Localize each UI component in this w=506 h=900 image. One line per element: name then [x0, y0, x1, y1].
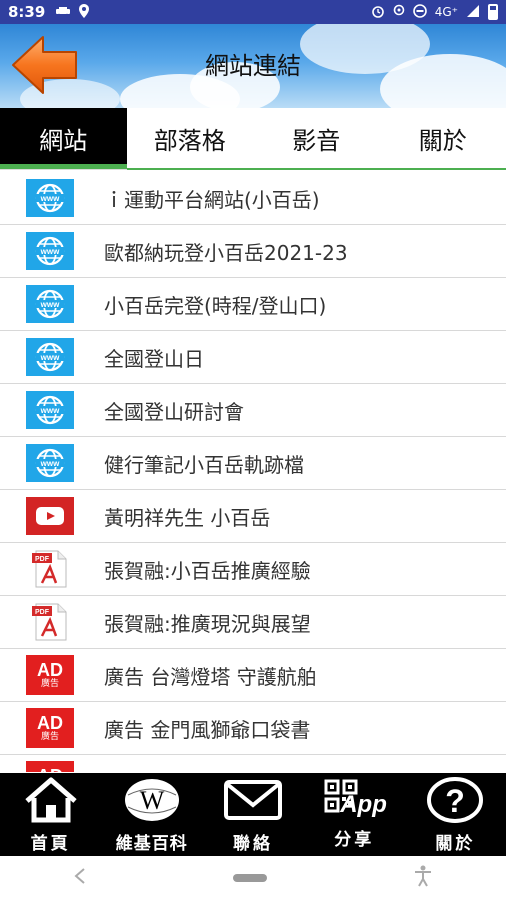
svg-text:www: www [40, 194, 60, 203]
help-icon: ? [425, 777, 485, 827]
nav-contact-label: 聯絡 [233, 834, 273, 854]
link-item[interactable]: www 全國登山研討會 [0, 384, 506, 437]
nav-about-button[interactable]: ? 關於 [405, 773, 506, 856]
nav-home-label: 首頁 [30, 834, 71, 854]
svg-text:www: www [40, 406, 60, 415]
link-label: 廣告 金門風獅爺口袋書 [104, 717, 311, 742]
svg-text:PDF: PDF [35, 609, 50, 616]
mail-icon [223, 777, 283, 827]
tab-websites[interactable]: 網站 [0, 108, 127, 169]
link-item[interactable]: PDF 張賀融:推廣現況與展望 [0, 596, 506, 649]
www-icon: www [26, 231, 74, 271]
link-item[interactable]: www 小百岳完登(時程/登山口) [0, 278, 506, 331]
link-item[interactable]: AD廣告廣告 旅遊親子互動圖卡 [0, 755, 506, 772]
link-label: 張賀融:推廣現況與展望 [104, 611, 311, 636]
app-text: App [340, 791, 387, 818]
svg-text:www: www [40, 459, 60, 468]
youtube-icon [26, 496, 74, 536]
pdf-icon: PDF [26, 602, 74, 642]
link-label: ｉ運動平台網站(小百岳) [104, 187, 320, 212]
link-item[interactable]: AD 廣告 廣告 台灣燈塔 守護航舶 [0, 649, 506, 702]
nav-home-button[interactable]: 首頁 [0, 773, 101, 856]
battery-icon [488, 4, 498, 20]
link-label: 全國登山研討會 [104, 399, 244, 424]
home-icon [23, 777, 79, 827]
system-back-icon[interactable] [73, 867, 87, 889]
nav-share-label: 分享 [334, 830, 375, 850]
www-icon: www [26, 178, 74, 218]
link-label: 歐都納玩登小百岳2021-23 [104, 240, 348, 265]
link-label: 廣告 台灣燈塔 守護航舶 [104, 664, 317, 689]
ad-icon: AD廣告 [26, 761, 74, 772]
alarm-icon [371, 4, 385, 21]
link-label: 健行筆記小百岳軌跡檔 [104, 452, 304, 477]
page-title: 網站連結 [205, 52, 301, 80]
www-icon: www [26, 337, 74, 377]
car-icon [55, 5, 71, 19]
svg-text:?: ? [446, 783, 466, 819]
header-bar: 網站連結 [0, 24, 506, 108]
svg-text:www: www [40, 353, 60, 362]
signal-icon [466, 4, 480, 21]
svg-text:www: www [40, 300, 60, 309]
www-icon: www [26, 390, 74, 430]
link-item[interactable]: www ｉ運動平台網站(小百岳) [0, 172, 506, 225]
location-pin-icon [79, 3, 90, 21]
pdf-icon: PDF [26, 549, 74, 589]
tab-about[interactable]: 關於 [380, 108, 506, 169]
bottom-nav: 首頁 W 維基百科 聯絡 App 分享 ? 關於 [0, 773, 506, 856]
nav-wikipedia-button[interactable]: W 維基百科 [101, 773, 202, 856]
accessibility-icon[interactable] [413, 865, 433, 891]
wikipedia-icon: W [122, 777, 182, 827]
status-time: 8:39 [8, 3, 46, 21]
link-label: 小百岳完登(時程/登山口) [104, 293, 327, 318]
ad-icon: AD廣告 [26, 708, 74, 748]
qr-app-icon: App [322, 777, 387, 823]
www-icon: www [26, 443, 74, 483]
status-bar: 8:39 4G⁺ [0, 0, 506, 24]
ad-icon: AD廣告 [26, 655, 74, 695]
nav-share-button[interactable]: App 分享 [304, 773, 405, 856]
link-label: 黃明祥先生 小百岳 [104, 505, 271, 530]
tab-underline [127, 168, 506, 170]
tab-bar: 網站 部落格 影音 關於 [0, 108, 506, 170]
link-label: 張賀融:小百岳推廣經驗 [104, 558, 311, 583]
link-item[interactable]: AD 廣告 廣告 金門風獅爺口袋書 [0, 702, 506, 755]
system-nav-bar [0, 856, 506, 900]
link-item[interactable]: PDF 張賀融:小百岳推廣經驗 [0, 543, 506, 596]
do-not-disturb-icon [412, 3, 427, 21]
svg-text:www: www [40, 247, 60, 256]
tab-videos[interactable]: 影音 [253, 108, 380, 169]
nav-wikipedia-label: 維基百科 [115, 834, 188, 854]
svg-text:PDF: PDF [35, 556, 50, 563]
link-label: 廣告 旅遊親子互動圖卡 [104, 767, 310, 773]
link-item[interactable]: 黃明祥先生 小百岳 [0, 490, 506, 543]
nav-contact-button[interactable]: 聯絡 [202, 773, 303, 856]
link-item[interactable]: www 歐都納玩登小百岳2021-23 [0, 225, 506, 278]
nav-about-label: 關於 [435, 834, 476, 854]
location-icon [393, 4, 405, 21]
link-label: 全國登山日 [104, 346, 204, 371]
link-item[interactable]: www 健行筆記小百岳軌跡檔 [0, 437, 506, 490]
system-home-pill[interactable] [233, 874, 267, 882]
www-icon: www [26, 284, 74, 324]
link-item[interactable]: www 全國登山日 [0, 331, 506, 384]
link-list: www ｉ運動平台網站(小百岳) www 歐都納玩登小百岳2021-23 www 小百岳完… [0, 172, 506, 772]
network-type: 4G⁺ [434, 5, 458, 19]
tab-blogs[interactable]: 部落格 [127, 108, 254, 169]
